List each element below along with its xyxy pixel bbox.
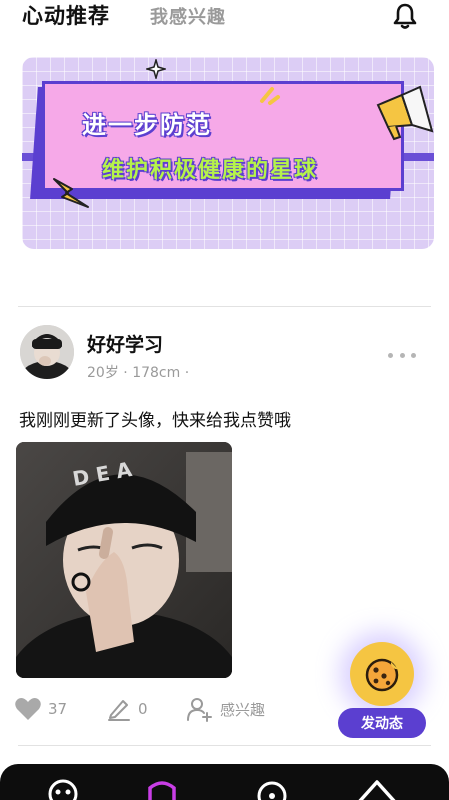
divider (18, 306, 431, 307)
post-height: 178cm (132, 365, 181, 381)
bottom-nav (0, 764, 449, 800)
message-icon[interactable] (254, 774, 290, 800)
like-count: 37 (48, 700, 68, 718)
more-icon[interactable] (388, 350, 416, 360)
post-text: 我刚刚更新了头像，快来给我点赞哦 (19, 411, 291, 431)
bell-icon[interactable] (390, 1, 420, 31)
comment-count: 0 (138, 700, 148, 718)
top-header: 心动推荐 我感兴趣 (0, 0, 449, 40)
home-icon[interactable] (355, 774, 399, 800)
promo-banner[interactable]: 进一步防范 维护积极健康的星球 (22, 57, 434, 249)
avatar[interactable] (20, 325, 74, 379)
interest-button[interactable]: 感兴趣 (186, 696, 265, 722)
tab-recommend[interactable]: 心动推荐 (22, 0, 110, 30)
banner-headline: 进一步防范 (82, 111, 212, 139)
post-username[interactable]: 好好学习 (87, 330, 163, 357)
accent-dash-icon (260, 87, 280, 105)
lightning-icon (53, 178, 89, 208)
planet-icon[interactable] (40, 774, 86, 800)
post-dynamic-button[interactable]: 发动态 (338, 708, 426, 738)
post-age: 20岁 (87, 365, 119, 381)
cookie-icon (365, 658, 399, 692)
divider (18, 745, 431, 746)
comment-button[interactable]: 0 (106, 696, 148, 722)
banner-subheadline: 维护积极健康的星球 (102, 158, 319, 183)
pen-icon (108, 700, 130, 721)
heart-icon (15, 698, 41, 720)
compose-fab[interactable] (350, 642, 414, 706)
meta-separator: · (123, 365, 133, 381)
add-user-icon (187, 698, 212, 722)
like-button[interactable]: 37 (14, 696, 67, 722)
sparkle-icon (146, 59, 166, 79)
post-photo[interactable]: D E A (16, 442, 232, 678)
post-meta: 20岁 · 178cm · (87, 362, 189, 382)
post-actions: 37 0 感兴趣 (14, 696, 314, 726)
tab-interested[interactable]: 我感兴趣 (150, 3, 226, 29)
bag-icon[interactable] (144, 774, 180, 800)
meta-separator: · (184, 365, 190, 381)
megaphone-icon (376, 85, 434, 141)
interest-label: 感兴趣 (220, 700, 266, 719)
